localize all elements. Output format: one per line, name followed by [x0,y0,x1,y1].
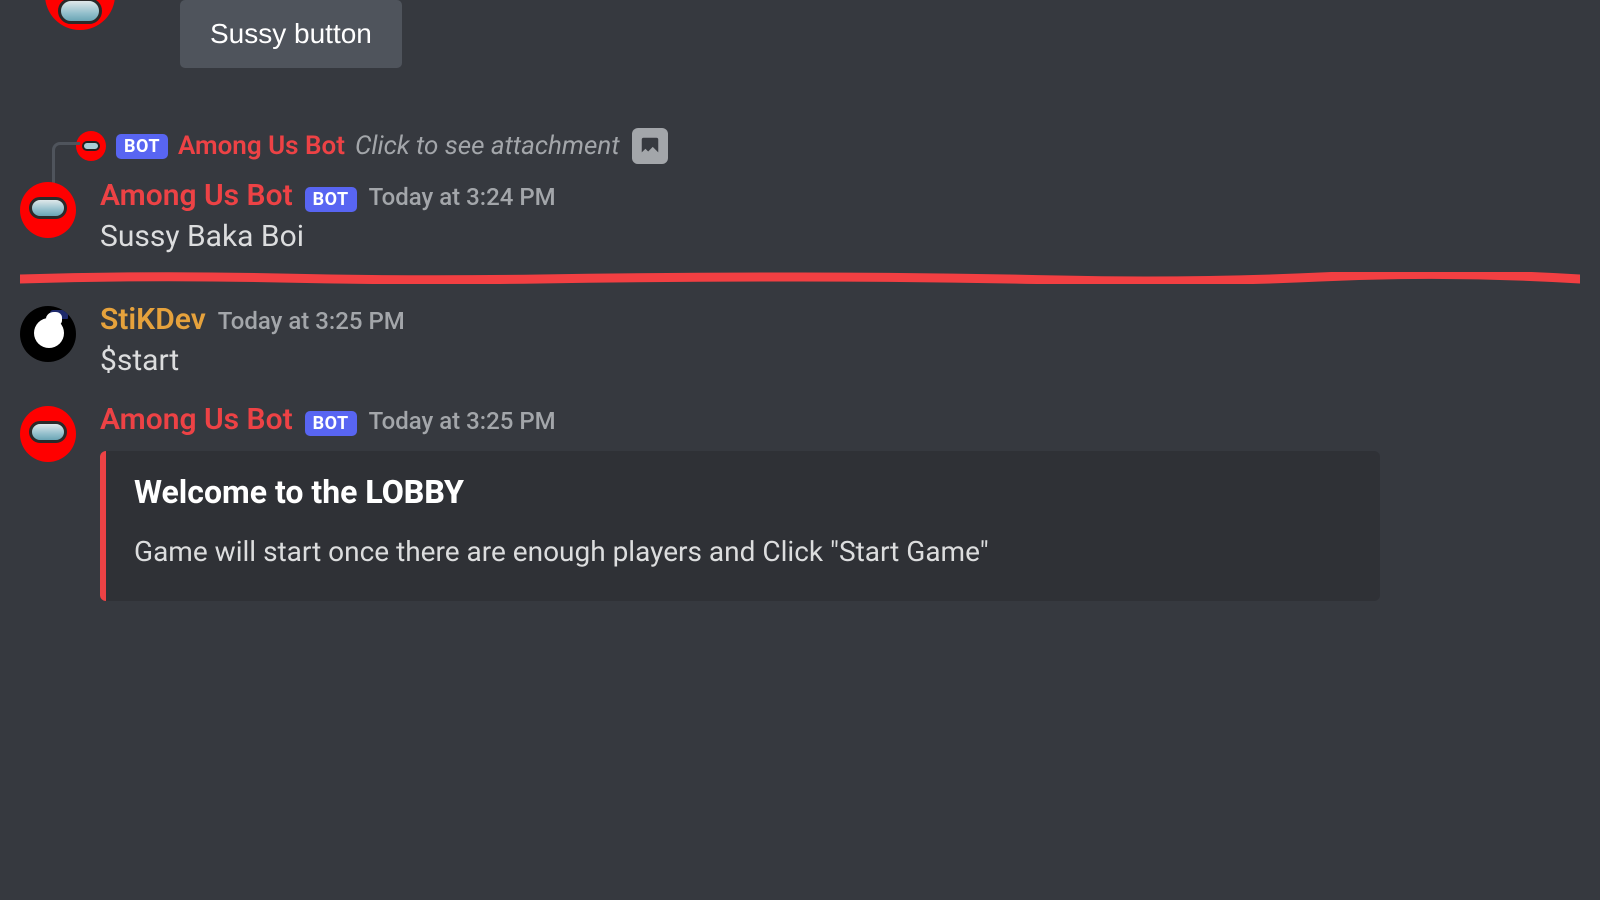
author-name[interactable]: Among Us Bot [100,178,293,213]
timestamp: Today at 3:24 PM [369,183,556,211]
timestamp: Today at 3:25 PM [369,407,556,435]
message-row: StiKDev Today at 3:25 PM $start [20,300,1580,380]
reply-avatar [76,131,106,161]
amongus-visor-icon [29,421,67,443]
avatar[interactable] [20,182,76,238]
reply-author[interactable]: Among Us Bot [178,131,345,161]
avatar[interactable] [20,406,76,462]
message-row: Among Us Bot BOT Today at 3:25 PM Welcom… [20,400,1580,603]
reply-text-label: Click to see attachment [355,131,620,161]
embed-title-bold: LOBBY [365,473,464,511]
image-attachment-icon [632,128,668,164]
amongus-visor-icon [58,0,102,24]
message-text: Sussy Baka Boi [100,219,1580,254]
embed-title-prefix: Welcome to the [134,473,365,511]
reply-text[interactable]: Click to see attachment [355,128,668,164]
bird-icon [26,312,70,356]
reply-preview[interactable]: BOT Among Us Bot Click to see attachment [76,128,1580,164]
avatar[interactable] [45,0,115,30]
amongus-visor-icon [82,141,100,151]
reply-spine-icon [52,142,80,186]
author-name[interactable]: StiKDev [100,302,206,337]
embed-description: Game will start once there are enough pl… [134,533,1352,571]
author-name[interactable]: Among Us Bot [100,402,293,437]
embed-card: Welcome to the LOBBY Game will start onc… [100,451,1380,601]
bot-badge: BOT [116,134,168,159]
message-row: Among Us Bot BOT Today at 3:24 PM Sussy … [20,176,1580,256]
embed-title: Welcome to the LOBBY [134,473,1352,511]
message-text: $start [100,343,1580,378]
sussy-button[interactable]: Sussy button [180,0,402,68]
amongus-visor-icon [29,197,67,219]
bot-badge: BOT [305,187,357,212]
bot-badge: BOT [305,411,357,436]
new-messages-divider [20,272,1580,280]
avatar[interactable] [20,306,76,362]
message-partial-top: Sussy button [20,0,1580,68]
timestamp: Today at 3:25 PM [218,307,405,335]
